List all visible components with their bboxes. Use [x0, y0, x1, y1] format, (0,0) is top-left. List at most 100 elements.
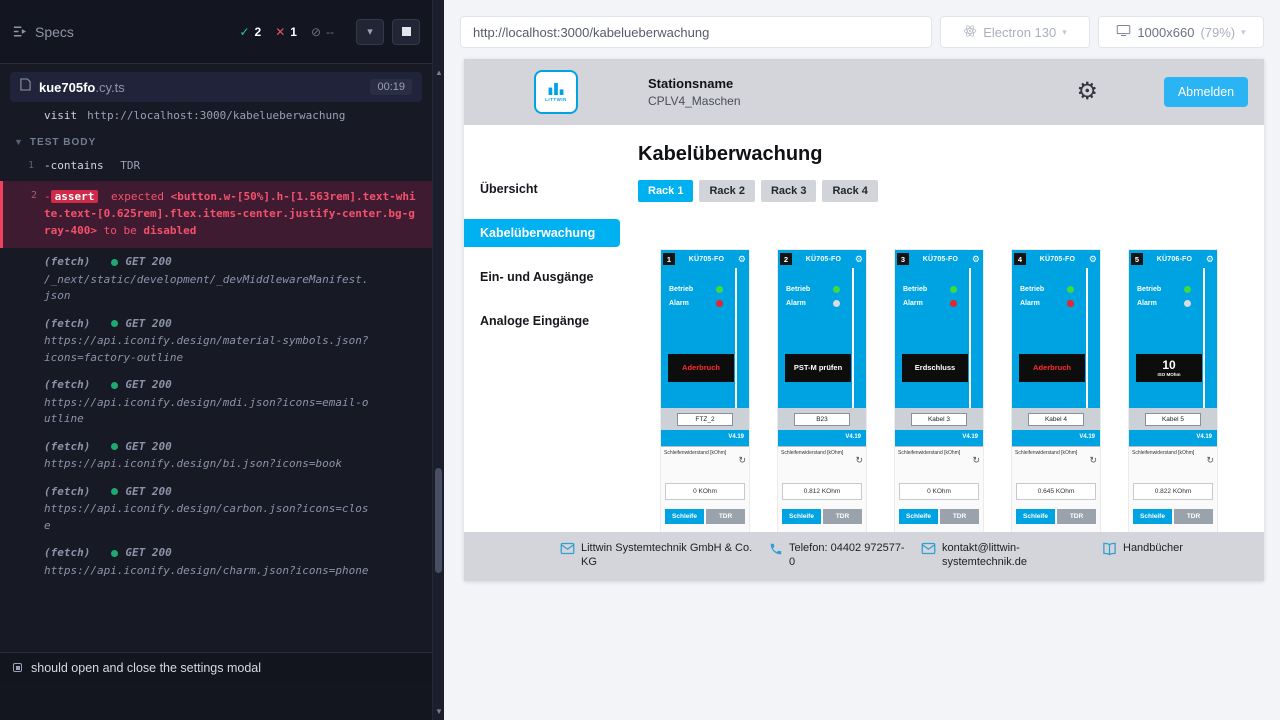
sidebar-item-analoge-eingaenge[interactable]: Analoge Eingänge — [464, 307, 620, 335]
cable-label: B23 — [794, 413, 850, 426]
measure-value: 0.645 KOhm — [1016, 483, 1096, 500]
device-number: 1 — [663, 253, 675, 265]
failed-assert-row[interactable]: 2 -assert expected <button.w-[50%].h-[1.… — [0, 181, 432, 248]
device-card: 4KÜ705-FO⚙ Betrieb Alarm Aderbruch Kabel… — [1012, 250, 1100, 532]
firmware-version: V4.19 — [1079, 434, 1095, 440]
tab-rack-4[interactable]: Rack 4 — [822, 180, 877, 202]
tab-rack-2[interactable]: Rack 2 — [699, 180, 754, 202]
chevron-down-icon: ▾ — [367, 25, 373, 38]
assert-state: disabled — [143, 224, 196, 237]
next-test-row[interactable]: should open and close the settings modal — [0, 652, 432, 682]
spec-file-icon — [20, 78, 31, 96]
device-settings-icon[interactable]: ⚙ — [972, 255, 980, 264]
book-icon — [1102, 542, 1117, 556]
app-header: LITTWIN Stationsname CPLV4_Maschen ⚙ Abm… — [464, 59, 1264, 125]
device-settings-icon[interactable]: ⚙ — [855, 255, 863, 264]
status-ok-dot — [111, 259, 118, 266]
refresh-icon[interactable]: ↻ — [1089, 456, 1097, 465]
device-settings-icon[interactable]: ⚙ — [1089, 255, 1097, 264]
sidebar-item-uebersicht[interactable]: Übersicht — [464, 175, 620, 203]
spec-file[interactable]: kue705fo.cy.ts 00:19 — [10, 72, 422, 102]
device-title: KÜ705-FO — [792, 256, 855, 263]
status-ok-dot — [111, 488, 118, 495]
tab-rack-1[interactable]: Rack 1 — [638, 180, 693, 202]
device-settings-icon[interactable]: ⚙ — [738, 255, 746, 264]
reporter-scrollbar[interactable]: ▲ ▼ — [432, 0, 444, 720]
app-footer: Littwin Systemtechnik GmbH & Co. KG Tele… — [464, 532, 1264, 581]
measure-value: 0.822 KOhm — [1133, 483, 1213, 500]
schleife-button[interactable]: Schleife — [665, 509, 704, 524]
network-log-row[interactable]: (fetch)GET 200 https://api.iconify.desig… — [0, 539, 432, 584]
network-log-row[interactable]: (fetch)GET 200 https://api.iconify.desig… — [0, 310, 432, 372]
schleife-button[interactable]: Schleife — [1133, 509, 1172, 524]
command-row-visit[interactable]: visithttp://localhost:3000/kabelueberwac… — [0, 110, 432, 129]
alarm-led — [833, 300, 840, 307]
app-sidebar: Übersicht Kabelüberwachung Ein- und Ausg… — [464, 125, 620, 532]
browser-select[interactable]: Electron 130 ▾ — [940, 16, 1090, 48]
scroll-down-arrow[interactable]: ▼ — [433, 707, 445, 716]
footer-manuals-link[interactable]: Handbücher — [1102, 541, 1183, 556]
stop-button[interactable] — [392, 19, 420, 45]
viewport-zoom: (79%) — [1200, 25, 1235, 40]
device-card: 5KÜ706-FO⚙ Betrieb Alarm 10ISO MOhm Kabe… — [1129, 250, 1217, 532]
reporter-bottom — [0, 682, 432, 720]
stat-pending: ⊘-- — [311, 25, 334, 39]
request-url: https://api.iconify.design/charm.json?ic… — [44, 563, 372, 580]
spec-timer: 00:19 — [370, 79, 412, 95]
refresh-icon[interactable]: ↻ — [855, 456, 863, 465]
tdr-button[interactable]: TDR — [940, 509, 979, 524]
test-body-section[interactable]: ▼ TEST BODY — [0, 129, 432, 154]
schleife-button[interactable]: Schleife — [899, 509, 938, 524]
assert-message: -assert expected <button.w-[50%].h-[1.56… — [44, 188, 416, 239]
schleife-button[interactable]: Schleife — [1016, 509, 1055, 524]
tdr-button[interactable]: TDR — [1057, 509, 1096, 524]
schleife-button[interactable]: Schleife — [782, 509, 821, 524]
network-log-row[interactable]: (fetch)GET 200 https://api.iconify.desig… — [0, 478, 432, 540]
network-log-row[interactable]: (fetch)GET 200 https://api.iconify.desig… — [0, 433, 432, 478]
refresh-icon[interactable]: ↻ — [1206, 456, 1214, 465]
x-icon: ✕ — [275, 25, 285, 39]
scroll-up-arrow[interactable]: ▲ — [433, 68, 445, 77]
stop-icon — [402, 27, 411, 36]
sidebar-item-kabelueberwachung[interactable]: Kabelüberwachung — [464, 219, 620, 247]
status-ok-dot — [111, 382, 118, 389]
sidebar-item-ein-und-ausgaenge[interactable]: Ein- und Ausgänge — [464, 263, 620, 291]
refresh-icon[interactable]: ↻ — [738, 456, 746, 465]
url-input[interactable] — [473, 25, 919, 40]
device-card: 2KÜ705-FO⚙ Betrieb Alarm PST-M prüfen B2… — [778, 250, 866, 532]
url-bar[interactable] — [460, 16, 932, 48]
viewport-size: 1000x660 — [1137, 25, 1194, 40]
measure-value: 0 KOhm — [899, 483, 979, 500]
cable-label: Kabel 3 — [911, 413, 967, 426]
page-title: Kabelüberwachung — [638, 143, 1264, 166]
command-log: visithttp://localhost:3000/kabelueberwac… — [0, 110, 432, 652]
settings-gear-icon[interactable]: ⚙ — [1076, 80, 1098, 104]
device-title: KÜ706-FO — [1143, 256, 1206, 263]
specs-menu-button[interactable]: Specs — [12, 24, 74, 40]
tdr-button[interactable]: TDR — [1174, 509, 1213, 524]
tdr-button[interactable]: TDR — [706, 509, 745, 524]
station-value: CPLV4_Maschen — [648, 94, 741, 108]
measure-label: Schleifenwiderstand [kOhm] — [778, 447, 866, 456]
measurement-panel: Schleifenwiderstand [kOhm] ↻ 0 KOhm Schl… — [661, 446, 749, 532]
status-ok-dot — [111, 320, 118, 327]
scrollbar-thumb[interactable] — [435, 468, 442, 573]
network-log-row[interactable]: (fetch)GET 200 /_next/static/development… — [0, 248, 432, 310]
footer-company: Littwin Systemtechnik GmbH & Co. KG — [560, 541, 757, 570]
cable-label: Kabel 5 — [1145, 413, 1201, 426]
network-log-row[interactable]: (fetch)GET 200 https://api.iconify.desig… — [0, 371, 432, 433]
viewport-select[interactable]: 1000x660 (79%) ▾ — [1098, 16, 1264, 48]
alarm-led — [1067, 300, 1074, 307]
firmware-version: V4.19 — [962, 434, 978, 440]
firmware-version: V4.19 — [1196, 434, 1212, 440]
refresh-icon[interactable]: ↻ — [972, 456, 980, 465]
collapse-button[interactable]: ▾ — [356, 19, 384, 45]
command-row-contains[interactable]: 1 -contains TDR — [0, 154, 432, 179]
logout-button[interactable]: Abmelden — [1164, 77, 1248, 107]
tdr-button[interactable]: TDR — [823, 509, 862, 524]
status-display: Aderbruch — [668, 354, 734, 382]
tab-rack-3[interactable]: Rack 3 — [761, 180, 816, 202]
status-ok-dot — [111, 550, 118, 557]
device-settings-icon[interactable]: ⚙ — [1206, 255, 1214, 264]
chevron-down-icon: ▾ — [1241, 27, 1246, 38]
